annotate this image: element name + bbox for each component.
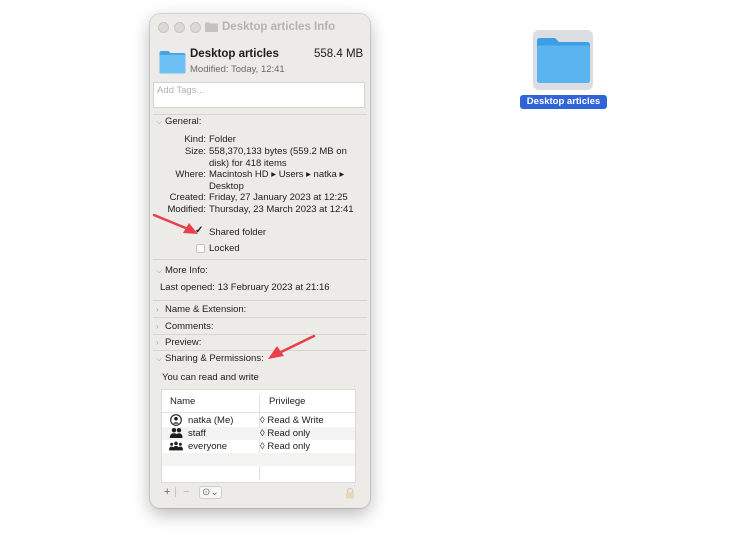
where-label: Where: xyxy=(175,169,206,180)
person-circle-icon xyxy=(170,414,182,426)
privilege-value: Read only xyxy=(267,428,311,439)
locked-checkbox[interactable] xyxy=(196,244,205,253)
modified-summary: Modified: Today, 12:41 xyxy=(190,64,285,75)
group-icon xyxy=(169,428,183,438)
stepper-icon: ◊ xyxy=(260,441,265,452)
chevron-right-icon: › xyxy=(156,338,159,347)
last-opened: Last opened: 13 February 2023 at 21:16 xyxy=(160,282,330,293)
minimize-button[interactable] xyxy=(174,22,185,33)
everyone-icon xyxy=(169,441,183,451)
tags-field[interactable]: Add Tags... xyxy=(153,82,365,108)
privilege-value: Read only xyxy=(267,441,311,452)
privilege-value: Read & Write xyxy=(267,415,324,426)
kind-value: Folder xyxy=(209,134,236,145)
table-row[interactable]: everyone ◊ Read only xyxy=(162,440,355,453)
name-extension-heading: Name & Extension: xyxy=(165,304,247,315)
info-window: Desktop articles Info Desktop articles 5… xyxy=(150,14,370,508)
title-bar[interactable]: Desktop articles Info xyxy=(150,14,370,42)
kind-label: Kind: xyxy=(184,134,206,145)
action-menu-button[interactable]: ⊙⌄ xyxy=(199,486,222,499)
shared-folder-label: Shared folder xyxy=(209,227,267,238)
remove-button[interactable]: − xyxy=(183,486,189,498)
folder-icon[interactable] xyxy=(536,36,591,84)
divider xyxy=(153,114,367,115)
table-row xyxy=(162,453,355,466)
divider xyxy=(153,259,367,260)
modified-value: Thursday, 23 March 2023 at 12:41 xyxy=(209,204,354,215)
where-value: Macintosh HD ▸ Users ▸ natka ▸ Desktop xyxy=(209,169,345,192)
table-row[interactable]: staff ◊ Read only xyxy=(162,427,355,440)
divider xyxy=(153,300,367,301)
sharing-summary: You can read and write xyxy=(162,372,259,383)
privilege-popup[interactable]: ◊ Read only xyxy=(260,428,310,439)
file-size: 558.4 MB xyxy=(314,48,364,60)
header-divider xyxy=(162,412,355,413)
chevron-down-icon: ⌵ xyxy=(156,354,163,363)
comments-section-header[interactable]: › Comments: xyxy=(156,321,214,332)
sharing-heading: Sharing & Permissions: xyxy=(165,353,264,364)
chevron-down-icon: ⌵ xyxy=(156,266,163,275)
desktop-folder-label[interactable]: Desktop articles xyxy=(520,95,607,109)
stepper-icon: ◊ xyxy=(260,428,265,439)
created-value: Friday, 27 January 2023 at 12:25 xyxy=(209,192,348,203)
comments-heading: Comments: xyxy=(165,321,214,332)
user-name: natka (Me) xyxy=(188,415,234,426)
permissions-table: Name Privilege natka (Me) ◊ Read & Write… xyxy=(161,389,356,483)
toolbar-separator xyxy=(175,487,176,497)
annotation-arrow xyxy=(268,334,316,359)
size-label: Size: xyxy=(184,146,206,157)
preview-section-header[interactable]: › Preview: xyxy=(156,337,201,348)
annotation-arrow xyxy=(152,213,198,234)
lock-icon[interactable] xyxy=(344,487,356,499)
close-button[interactable] xyxy=(158,22,169,33)
divider xyxy=(153,334,367,335)
locked-label: Locked xyxy=(209,243,240,254)
column-header-privilege[interactable]: Privilege xyxy=(269,396,305,407)
column-header-name[interactable]: Name xyxy=(170,396,195,407)
chevron-right-icon: › xyxy=(156,305,159,314)
divider xyxy=(153,350,367,351)
user-name: everyone xyxy=(188,441,228,452)
window-title: Desktop articles Info xyxy=(222,21,336,33)
user-name: staff xyxy=(188,428,206,439)
size-value: 558,370,133 bytes (559.2 MB on disk) for… xyxy=(209,146,347,169)
divider xyxy=(153,317,367,318)
add-button[interactable]: + xyxy=(164,486,170,498)
tags-placeholder: Add Tags... xyxy=(157,85,205,96)
preview-heading: Preview: xyxy=(165,337,202,348)
name-extension-section-header[interactable]: › Name & Extension: xyxy=(156,304,246,315)
folder-icon xyxy=(159,51,186,74)
more-info-heading: More Info: xyxy=(165,265,208,276)
zoom-button[interactable] xyxy=(190,22,201,33)
chevron-right-icon: › xyxy=(156,322,159,331)
stepper-icon: ◊ xyxy=(260,415,265,426)
created-label: Created: xyxy=(169,192,206,203)
file-name: Desktop articles xyxy=(190,48,279,60)
privilege-popup[interactable]: ◊ Read only xyxy=(260,441,310,452)
chevron-down-icon: ⌵ xyxy=(156,117,163,126)
general-section-header[interactable]: ⌵ General: xyxy=(156,116,201,127)
table-row[interactable]: natka (Me) ◊ Read & Write xyxy=(162,414,355,427)
more-info-section-header[interactable]: ⌵ More Info: xyxy=(156,265,208,276)
folder-icon xyxy=(205,22,218,32)
sharing-section-header[interactable]: ⌵ Sharing & Permissions: xyxy=(156,353,264,364)
privilege-popup[interactable]: ◊ Read & Write xyxy=(260,415,324,426)
general-heading: General: xyxy=(165,116,202,127)
